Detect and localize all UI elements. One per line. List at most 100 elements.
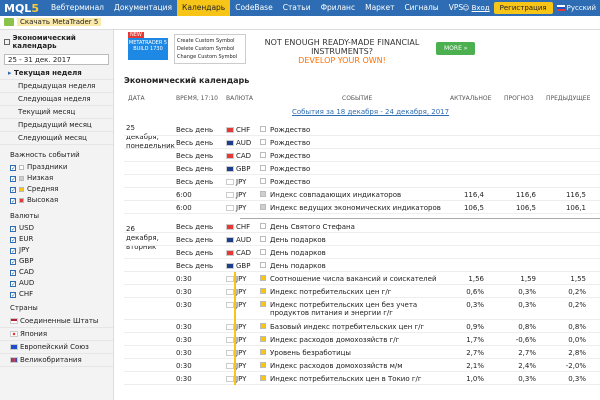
download-metatrader-link[interactable]: Скачать MetaTrader 5 — [4, 18, 102, 26]
event-previous: 0,3% — [568, 375, 586, 383]
importance-item-1[interactable]: Низкая — [0, 173, 113, 185]
event-currency: CAD — [236, 249, 252, 257]
event-name[interactable]: Рождество — [270, 152, 310, 160]
language-selector[interactable]: Русский — [556, 4, 596, 12]
event-name[interactable]: День Святого Стефана — [270, 223, 355, 231]
event-name[interactable]: Индекс потребительских цен г/г — [270, 288, 391, 296]
menu-change-symbol: Change Custom Symbol — [177, 54, 238, 60]
currency-item-2[interactable]: JPY — [0, 245, 113, 257]
more-button[interactable]: MORE » — [436, 42, 476, 55]
event-name[interactable]: Рождество — [270, 178, 310, 186]
previous-week-link[interactable]: События за 18 декабря - 24 декабря, 2017 — [292, 108, 449, 116]
period-item-1[interactable]: Предыдущая неделя — [0, 80, 113, 93]
table-row[interactable]: 0:30 JPY Уровень безработицы 2,7% 2,7% 2,8% — [124, 346, 600, 359]
checkbox-icon[interactable] — [10, 185, 16, 196]
event-name[interactable]: Рождество — [270, 139, 310, 147]
mql5-logo[interactable]: MQL 5 — [0, 0, 46, 16]
event-name[interactable]: Базовый индекс потребительских цен г/г — [270, 323, 424, 331]
checkbox-icon[interactable] — [10, 246, 16, 257]
checkbox-icon[interactable] — [10, 163, 16, 174]
currency-flag-icon — [226, 263, 234, 269]
importance-item-3[interactable]: Высокая — [0, 195, 113, 207]
nav-item-4[interactable]: Статьи — [278, 0, 316, 16]
period-item-5[interactable]: Следующий месяц — [0, 132, 113, 145]
country-item-2[interactable]: Европейский Союз — [0, 341, 113, 354]
importance-bar — [234, 298, 236, 320]
currency-item-1[interactable]: EUR — [0, 234, 113, 246]
period-item-3[interactable]: Текущий месяц — [0, 106, 113, 119]
country-item-3[interactable]: Великобритания — [0, 354, 113, 367]
table-row[interactable]: 0:30 JPY Индекс потребительских цен без уч… — [124, 298, 600, 320]
country-item-0[interactable]: Соединенные Штаты — [0, 315, 113, 328]
period-item-2[interactable]: Следующая неделя — [0, 93, 113, 106]
table-row[interactable]: 6:00 JPY Индекс ведущих экономических инди… — [124, 201, 600, 214]
period-item-0[interactable]: Текущая неделя — [0, 67, 113, 80]
table-row[interactable]: Весь день CHF День Святого Стефана — [124, 220, 600, 233]
event-name[interactable]: Индекс расходов домохозяйств г/г — [270, 336, 399, 344]
currency-item-4[interactable]: CAD — [0, 267, 113, 279]
importance-item-2[interactable]: Средняя — [0, 184, 113, 196]
event-name[interactable]: Уровень безработицы — [270, 349, 351, 357]
currency-flag-icon — [226, 302, 234, 308]
checkbox-icon[interactable] — [10, 235, 16, 246]
event-currency: JPY — [236, 288, 247, 296]
currency-item-6[interactable]: CHF — [0, 289, 113, 301]
event-name[interactable]: День подарков — [270, 262, 326, 270]
event-name[interactable]: День подарков — [270, 249, 326, 257]
event-name[interactable]: Индекс потребительских цен без учета про… — [270, 301, 446, 317]
login-link[interactable]: Вход — [472, 4, 490, 12]
currency-item-0[interactable]: USD — [0, 223, 113, 235]
checkbox-icon[interactable] — [10, 224, 16, 235]
checkbox-icon[interactable] — [10, 196, 16, 207]
table-row[interactable]: Весь день CHF Рождество — [124, 123, 600, 136]
event-name[interactable]: Индекс ведущих экономических индикаторов — [270, 204, 441, 212]
table-row[interactable]: 0:30 JPY Индекс расходов домохозяйств г/г 1… — [124, 333, 600, 346]
checkbox-icon[interactable] — [10, 268, 16, 279]
table-row[interactable]: Весь день AUD Рождество — [124, 136, 600, 149]
promo-banner[interactable]: NEW METATRADER 5 BUILD 1730 Create Custom… — [124, 32, 484, 66]
event-name[interactable]: Индекс совпадающих индикаторов — [270, 191, 401, 199]
event-name[interactable]: Соотношение числа вакансий и соискателей — [270, 275, 437, 283]
table-row[interactable]: Весь день GBP Рождество — [124, 162, 600, 175]
event-previous: 116,5 — [565, 191, 586, 199]
period-item-4[interactable]: Предыдущий месяц — [0, 119, 113, 132]
table-row[interactable]: 6:00 JPY Индекс совпадающих индикаторов 116… — [124, 188, 600, 201]
checkbox-icon[interactable] — [10, 174, 16, 185]
checkbox-icon[interactable] — [10, 290, 16, 301]
event-name[interactable]: Индекс расходов домохозяйств м/м — [270, 362, 403, 370]
table-row[interactable]: 0:30 JPY Базовый индекс потребительских це… — [124, 320, 600, 333]
nav-item-5[interactable]: Фриланс — [316, 0, 361, 16]
country-item-1[interactable]: Япония — [0, 328, 113, 341]
currency-item-5[interactable]: AUD — [0, 278, 113, 290]
table-row[interactable]: Весь день CAD Рождество — [124, 149, 600, 162]
table-row[interactable]: 0:30 JPY Индекс расходов домохозяйств м/м 2… — [124, 359, 600, 372]
checkbox-icon[interactable] — [10, 279, 16, 290]
nav-item-1[interactable]: Документация — [109, 0, 177, 16]
event-name[interactable]: Рождество — [270, 165, 310, 173]
event-name[interactable]: День подарков — [270, 236, 326, 244]
table-row[interactable]: Весь день GBP День подарков — [124, 259, 600, 272]
register-button[interactable]: Регистрация — [493, 2, 553, 14]
nav-item-2[interactable]: Календарь — [177, 0, 231, 16]
date-range-input[interactable]: 25 - 31 дек. 2017 — [4, 54, 109, 65]
nav-item-3[interactable]: CodeBase — [230, 0, 277, 16]
flag-icon — [10, 344, 18, 350]
importance-bar — [234, 272, 236, 285]
table-row[interactable]: Весь день AUD День подарков — [124, 233, 600, 246]
event-actual: 106,5 — [463, 204, 484, 212]
table-row[interactable]: Весь день CAD День подарков — [124, 246, 600, 259]
table-row[interactable]: 0:30 JPY Индекс потребительских цен г/г 0,6… — [124, 285, 600, 298]
language-label: Русский — [566, 4, 596, 12]
table-row[interactable]: 0:30 JPY Индекс потребительских цен в Токи… — [124, 372, 600, 385]
table-row[interactable]: 0:30 JPY Соотношение числа вакансий и соис… — [124, 272, 600, 285]
event-name[interactable]: Индекс потребительских цен в Токио г/г — [270, 375, 422, 383]
event-name[interactable]: Рождество — [270, 126, 310, 134]
importance-item-0[interactable]: Праздники — [0, 162, 113, 174]
country-list: Соединенные Штаты Япония Европейский Союз В… — [0, 315, 113, 367]
table-row[interactable]: Весь день JPY Рождество — [124, 175, 600, 188]
nav-item-6[interactable]: Маркет — [360, 0, 399, 16]
nav-item-0[interactable]: Вебтерминал — [46, 0, 109, 16]
nav-item-7[interactable]: Сигналы — [399, 0, 443, 16]
currency-item-3[interactable]: GBP — [0, 256, 113, 268]
checkbox-icon[interactable] — [10, 257, 16, 268]
